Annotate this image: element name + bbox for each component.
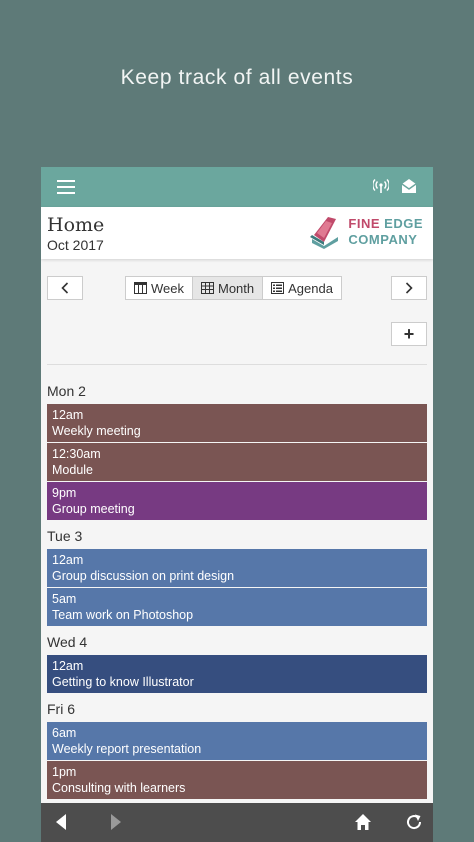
home-icon[interactable]: [354, 813, 372, 831]
chevron-right-icon: [405, 282, 413, 294]
event-title: Group discussion on print design: [52, 569, 235, 583]
prev-button[interactable]: [47, 276, 83, 300]
month-view-label: Month: [218, 280, 255, 296]
calendar-toolbar: Week Month Agenda: [41, 276, 433, 316]
chevron-left-icon: [61, 282, 69, 294]
agenda-view-button[interactable]: Agenda: [263, 277, 341, 299]
day-label: Fri 6: [47, 701, 75, 717]
event-time: 6am: [52, 726, 77, 740]
event-item[interactable]: 12am Group discussion on print design: [47, 549, 427, 587]
event-time: 1pm: [52, 765, 77, 779]
week-view-label: Week: [151, 280, 184, 296]
event-item[interactable]: 5am Team work on Photoshop: [47, 588, 427, 626]
event-item[interactable]: 1pm Consulting with learners: [47, 761, 427, 799]
event-title: Weekly meeting: [52, 424, 141, 438]
event-item[interactable]: 9pm Group meeting: [47, 482, 427, 520]
view-switcher: Week Month Agenda: [125, 276, 342, 300]
mail-open-icon[interactable]: [401, 178, 417, 194]
week-icon: [134, 282, 147, 294]
day-label: Mon 2: [47, 383, 86, 399]
event-time: 9pm: [52, 486, 77, 500]
event-item[interactable]: 12am Weekly meeting: [47, 404, 427, 442]
book-logo-icon: [310, 217, 339, 249]
divider: [47, 364, 427, 365]
event-item[interactable]: 6am Weekly report presentation: [47, 722, 427, 760]
event-time: 12am: [52, 408, 84, 422]
event-title: Weekly report presentation: [52, 742, 202, 756]
event-title: Getting to know Illustrator: [52, 675, 194, 689]
event-title: Module: [52, 463, 93, 477]
event-item[interactable]: 12am Getting to know Illustrator: [47, 655, 427, 693]
event-time: 12am: [52, 659, 84, 673]
logo-word-fine: FINE: [348, 216, 381, 231]
month-view-button[interactable]: Month: [193, 277, 264, 299]
app-window: Home Oct 2017 FINE EDGE COMPANY Week Mon…: [41, 167, 433, 842]
month-grid-icon: [201, 282, 214, 294]
company-logo: FINE EDGE COMPANY: [308, 215, 423, 249]
promo-caption: Keep track of all events: [120, 66, 354, 89]
agenda-list-icon: [271, 282, 285, 294]
refresh-icon[interactable]: [405, 813, 423, 831]
app-bar: [41, 167, 433, 207]
back-arrow-icon[interactable]: [54, 813, 68, 831]
logo-word-edge: EDGE: [384, 216, 423, 231]
broadcast-icon[interactable]: [373, 178, 389, 194]
day-label: Tue 3: [47, 528, 83, 544]
event-time: 12am: [52, 553, 84, 567]
event-time: 12:30am: [52, 447, 101, 461]
forward-arrow-icon[interactable]: [109, 813, 123, 831]
event-time: 5am: [52, 592, 77, 606]
week-view-button[interactable]: Week: [126, 277, 193, 299]
bottom-nav-bar: [41, 803, 433, 842]
current-month: Oct 2017: [47, 237, 104, 253]
event-item[interactable]: 12:30am Module: [47, 443, 427, 481]
event-title: Consulting with learners: [52, 781, 186, 795]
add-event-button[interactable]: +: [391, 322, 427, 346]
hamburger-icon[interactable]: [57, 180, 75, 194]
agenda-list: Mon 2 12am Weekly meeting 12:30am Module 9pm G…: [47, 375, 427, 800]
event-title: Group meeting: [52, 502, 135, 516]
event-title: Team work on Photoshop: [52, 608, 194, 622]
page-title: Home: [47, 214, 105, 236]
logo-word-company: COMPANY: [348, 232, 418, 247]
agenda-view-label: Agenda: [288, 280, 333, 296]
page-header: Home Oct 2017 FINE EDGE COMPANY: [41, 207, 433, 259]
next-button[interactable]: [391, 276, 427, 300]
day-label: Wed 4: [47, 634, 88, 650]
